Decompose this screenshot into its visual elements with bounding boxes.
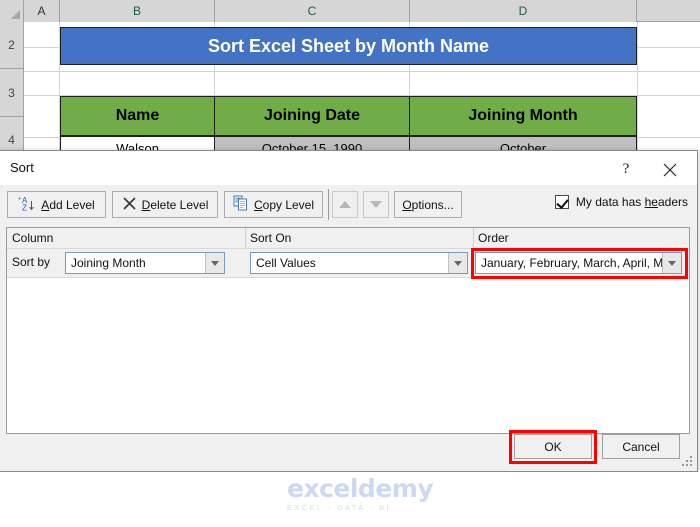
dialog-title: Sort bbox=[10, 160, 34, 175]
order-value: January, February, March, April, M bbox=[481, 256, 662, 270]
criteria-header-sort-on: Sort On bbox=[250, 231, 292, 245]
criteria-header-column: Column bbox=[12, 231, 54, 245]
row-header-2[interactable]: 2 bbox=[0, 22, 23, 69]
sort-by-label: Sort by bbox=[12, 255, 51, 269]
sort-dialog: Sort ? + A Z Add Level Delete Level Copy… bbox=[0, 150, 698, 472]
copy-icon bbox=[233, 195, 249, 214]
options-button[interactable]: Options... bbox=[394, 191, 462, 218]
move-up-button[interactable] bbox=[332, 191, 358, 218]
add-level-icon: + A Z bbox=[18, 194, 36, 215]
exceldemy-watermark: exceldemy EXCEL - DATA - BI bbox=[282, 476, 434, 512]
delete-x-icon bbox=[122, 196, 137, 214]
options-label: Options... bbox=[402, 197, 454, 212]
sort-by-column-value: Joining Month bbox=[71, 256, 146, 270]
order-select[interactable]: January, February, March, April, M bbox=[475, 252, 682, 274]
ok-button[interactable]: OK bbox=[514, 434, 592, 459]
checkbox-check-icon bbox=[554, 195, 569, 209]
arrow-up-icon bbox=[339, 201, 351, 208]
close-icon[interactable] bbox=[655, 157, 685, 181]
column-header-strip: A B C D bbox=[0, 0, 700, 22]
sort-criteria-row: Sort by Joining Month Cell Values Januar… bbox=[7, 249, 689, 278]
chevron-down-icon[interactable] bbox=[662, 253, 681, 273]
dialog-title-bar[interactable]: Sort ? bbox=[0, 151, 697, 185]
chevron-down-icon[interactable] bbox=[448, 253, 467, 273]
sheet-title-banner: Sort Excel Sheet by Month Name bbox=[60, 27, 637, 65]
header-divider bbox=[473, 228, 474, 249]
column-header-c[interactable]: C bbox=[215, 0, 410, 22]
row-header-3[interactable]: 3 bbox=[0, 69, 23, 117]
header-divider bbox=[245, 228, 246, 249]
cancel-button[interactable]: Cancel bbox=[602, 434, 680, 459]
resize-grip[interactable] bbox=[681, 456, 693, 468]
table-header-joining-date: Joining Date bbox=[214, 96, 410, 136]
copy-level-label: Copy Level bbox=[253, 197, 315, 212]
sort-criteria-list: Column Sort On Order Sort by Joining Mon… bbox=[6, 227, 690, 434]
sort-by-column-select[interactable]: Joining Month bbox=[65, 252, 225, 274]
select-all-triangle-icon bbox=[11, 10, 20, 19]
delete-level-button[interactable]: Delete Level bbox=[112, 191, 218, 218]
exceldemy-brand: exceldemy bbox=[287, 474, 434, 503]
column-header-b[interactable]: B bbox=[60, 0, 215, 22]
sort-on-value: Cell Values bbox=[256, 256, 316, 270]
dialog-toolbar: + A Z Add Level Delete Level Copy Level … bbox=[0, 185, 697, 225]
copy-level-button[interactable]: Copy Level bbox=[224, 191, 323, 218]
column-header-d[interactable]: D bbox=[410, 0, 637, 22]
delete-level-label: Delete Level bbox=[141, 197, 209, 212]
gridline bbox=[24, 71, 700, 72]
criteria-header-order: Order bbox=[478, 231, 509, 245]
arrow-down-icon bbox=[370, 201, 382, 208]
chevron-down-icon[interactable] bbox=[205, 253, 224, 273]
add-level-button[interactable]: + A Z Add Level bbox=[7, 191, 106, 218]
table-header-name: Name bbox=[60, 96, 215, 136]
svg-text:Z: Z bbox=[22, 204, 27, 213]
my-data-has-headers-checkbox[interactable]: My data has headers bbox=[554, 195, 688, 209]
sort-on-select[interactable]: Cell Values bbox=[250, 252, 468, 274]
toolbar-separator bbox=[328, 189, 329, 220]
my-data-has-headers-label: My data has headers bbox=[575, 195, 688, 209]
column-header-a[interactable]: A bbox=[24, 0, 60, 22]
help-icon[interactable]: ? bbox=[612, 157, 640, 181]
exceldemy-tagline: EXCEL - DATA - BI bbox=[287, 503, 392, 512]
criteria-column-headers: Column Sort On Order bbox=[7, 228, 689, 249]
table-header-joining-month: Joining Month bbox=[409, 96, 637, 136]
move-down-button[interactable] bbox=[363, 191, 389, 218]
gridline bbox=[637, 22, 638, 160]
select-all-corner[interactable] bbox=[0, 0, 24, 22]
add-level-label: Add Level bbox=[41, 197, 95, 212]
